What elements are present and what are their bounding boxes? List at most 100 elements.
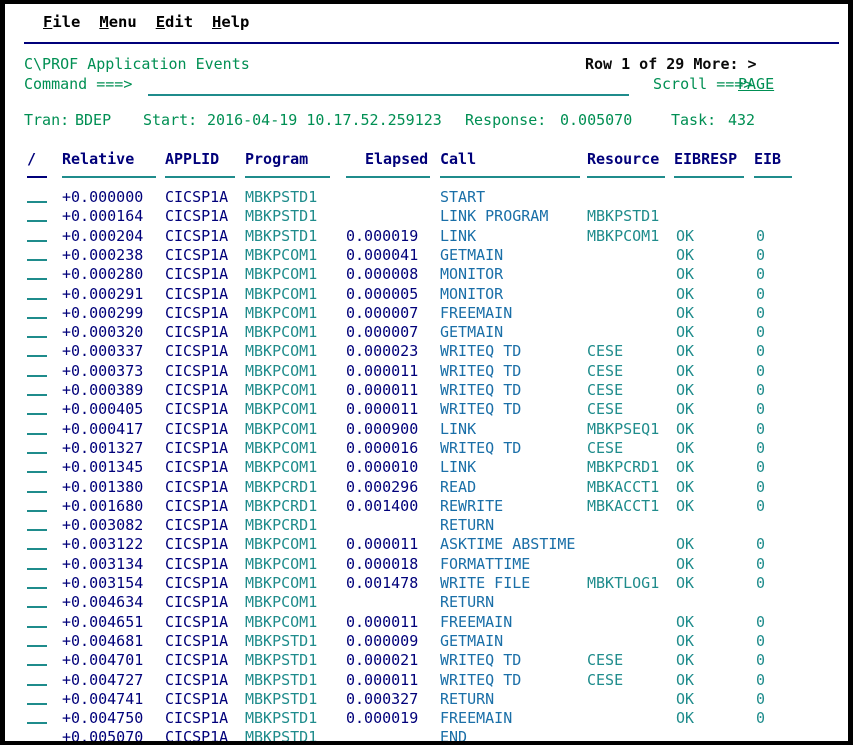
row-select-field[interactable]: [27, 451, 47, 454]
row-select-field[interactable]: [27, 644, 47, 647]
cell-eib: 0: [756, 535, 766, 554]
column-header-resource: Resource: [587, 150, 660, 168]
row-select-field[interactable]: [27, 316, 47, 319]
table-row[interactable]: +0.004741 CICSP1A MBKPSTD1 0.000327 RETURN OK…: [5, 690, 848, 709]
row-select-field[interactable]: [27, 336, 47, 339]
table-row[interactable]: +0.001345 CICSP1A MBKPCOM1 0.000010 LINK MBKP…: [5, 458, 848, 477]
row-select-field[interactable]: [27, 394, 47, 396]
table-row[interactable]: +0.000405 CICSP1A MBKPCOM1 0.000011 WRITEQ T…: [5, 400, 848, 419]
table-row[interactable]: +0.005070 CICSP1A MBKPSTD1 END: [5, 728, 848, 745]
cell-applid: CICSP1A: [165, 207, 229, 226]
cell-call: READ: [440, 477, 477, 496]
cell-applid: CICSP1A: [165, 496, 229, 515]
cell-eib: 0: [756, 496, 766, 515]
cell-eib: 0: [756, 284, 766, 303]
cell-eibresp: OK: [676, 245, 695, 264]
cell-applid: CICSP1A: [165, 670, 229, 689]
row-select-field[interactable]: [27, 741, 47, 743]
table-row[interactable]: +0.000373 CICSP1A MBKPCOM1 0.000011 WRITEQ T…: [5, 362, 848, 381]
cell-program: MBKPSTD1: [245, 651, 318, 670]
menu-item-menu[interactable]: Menu: [99, 13, 136, 32]
table-row[interactable]: +0.004634 CICSP1A MBKPCOM1 RETURN: [5, 593, 848, 612]
row-select-field[interactable]: [27, 606, 47, 609]
table-row[interactable]: +0.000291 CICSP1A MBKPCOM1 0.000005 MONITOR O…: [5, 284, 848, 304]
table-row[interactable]: +0.004701 CICSP1A MBKPSTD1 0.000021 WRITEQ T…: [5, 651, 848, 670]
row-select-field[interactable]: [27, 490, 47, 493]
cell-call: LINK: [440, 419, 477, 438]
table-row[interactable]: +0.000299 CICSP1A MBKPCOM1 0.000007 FREEMAIN…: [5, 303, 848, 323]
cell-eib: 0: [756, 303, 766, 322]
row-select-field[interactable]: [27, 471, 47, 474]
cell-call: MONITOR: [440, 265, 504, 284]
menu-item-file[interactable]: File: [43, 13, 80, 32]
row-select-field[interactable]: [27, 239, 47, 242]
table-row[interactable]: +0.000000 CICSP1A MBKPSTD1 START: [5, 188, 848, 207]
cell-program: MBKPCRD1: [245, 477, 318, 496]
scroll-amount-field[interactable]: PAGE: [738, 75, 774, 94]
row-select-field[interactable]: [27, 278, 47, 281]
menu-item-help[interactable]: Help: [212, 13, 249, 32]
cell-elapsed: 0.000011: [346, 612, 419, 631]
cell-program: MBKPCOM1: [245, 535, 318, 554]
cell-eibresp: OK: [676, 400, 695, 419]
cell-call: GETMAIN: [440, 245, 504, 264]
row-select-field[interactable]: [27, 432, 47, 435]
cell-applid: CICSP1A: [165, 342, 229, 361]
row-select-field[interactable]: [27, 567, 47, 570]
row-select-field[interactable]: [27, 702, 47, 705]
command-input[interactable]: [148, 76, 629, 96]
table-row[interactable]: +0.003122 CICSP1A MBKPCOM1 0.000011 ASKTIME …: [5, 535, 848, 554]
table-row[interactable]: +0.004750 CICSP1A MBKPSTD1 0.000019 FREEMAIN…: [5, 709, 848, 728]
cell-resource: CESE: [587, 670, 624, 689]
row-select-field[interactable]: [27, 201, 47, 203]
table-row[interactable]: +0.003134 CICSP1A MBKPCOM1 0.000018 FORMATTI…: [5, 555, 848, 574]
row-select-field[interactable]: [27, 413, 47, 416]
table-row[interactable]: +0.003154 CICSP1A MBKPCOM1 0.001478 WRITE FI…: [5, 574, 848, 593]
cell-program: MBKPSTD1: [245, 226, 318, 245]
row-select-field[interactable]: [27, 258, 47, 261]
cell-program: MBKPSTD1: [245, 728, 318, 745]
table-row[interactable]: +0.000204 CICSP1A MBKPSTD1 0.000019 LINK MBKP…: [5, 226, 848, 246]
cell-program: MBKPCOM1: [245, 284, 318, 303]
cell-call: REWRITE: [440, 496, 504, 515]
row-select-field[interactable]: [27, 509, 47, 512]
response-value: 0.005070: [560, 111, 633, 129]
cell-eibresp: OK: [676, 612, 695, 631]
row-select-field[interactable]: [27, 722, 47, 725]
row-select-field[interactable]: [27, 529, 47, 532]
menu-item-edit[interactable]: Edit: [156, 13, 193, 32]
row-select-field[interactable]: [27, 625, 47, 628]
table-row[interactable]: +0.004681 CICSP1A MBKPSTD1 0.000009 GETMAIN O…: [5, 632, 848, 651]
table-row[interactable]: +0.000164 CICSP1A MBKPSTD1 LINK PROGRAM MBKP…: [5, 207, 848, 226]
table-row[interactable]: +0.000389 CICSP1A MBKPCOM1 0.000011 WRITEQ T…: [5, 381, 848, 400]
table-row[interactable]: +0.000417 CICSP1A MBKPCOM1 0.000900 LINK MBKP…: [5, 419, 848, 439]
table-row[interactable]: +0.001380 CICSP1A MBKPCRD1 0.000296 READ MBKA…: [5, 477, 848, 497]
table-row[interactable]: +0.001680 CICSP1A MBKPCRD1 0.001400 REWRITE M…: [5, 496, 848, 516]
row-select-field[interactable]: [27, 587, 47, 589]
row-select-field[interactable]: [27, 355, 47, 358]
row-select-field[interactable]: [27, 374, 47, 377]
row-select-field[interactable]: [27, 683, 47, 686]
cell-eibresp: OK: [676, 226, 695, 245]
row-select-field[interactable]: [27, 664, 47, 667]
row-select-field[interactable]: [27, 220, 47, 223]
table-row[interactable]: +0.000280 CICSP1A MBKPCOM1 0.000008 MONITOR O…: [5, 265, 848, 284]
cell-relative: +0.000389: [62, 381, 144, 399]
cell-applid: CICSP1A: [165, 612, 229, 631]
menu-mnemonic: F: [43, 13, 53, 31]
table-row[interactable]: +0.004651 CICSP1A MBKPCOM1 0.000011 FREEMAIN…: [5, 612, 848, 632]
table-row[interactable]: +0.000337 CICSP1A MBKPCOM1 0.000023 WRITEQ T…: [5, 342, 848, 361]
table-row[interactable]: +0.000238 CICSP1A MBKPCOM1 0.000041 GETMAIN O…: [5, 245, 848, 265]
cell-elapsed: 0.000011: [346, 381, 419, 399]
cell-program: MBKPCRD1: [245, 516, 318, 535]
row-select-field[interactable]: [27, 297, 47, 300]
table-row[interactable]: +0.000320 CICSP1A MBKPCOM1 0.000007 GETMAIN O…: [5, 323, 848, 342]
table-row[interactable]: +0.004727 CICSP1A MBKPSTD1 0.000011 WRITEQ T…: [5, 670, 848, 690]
menu-mnemonic: E: [155, 13, 166, 31]
row-select-field[interactable]: [27, 548, 47, 551]
cell-program: MBKPCOM1: [245, 574, 318, 592]
table-row[interactable]: +0.003082 CICSP1A MBKPCRD1 RETURN: [5, 516, 848, 535]
cell-eib: 0: [756, 323, 766, 342]
table-row[interactable]: +0.001327 CICSP1A MBKPCOM1 0.000016 WRITEQ T…: [5, 439, 848, 458]
cell-eibresp: OK: [676, 284, 695, 303]
